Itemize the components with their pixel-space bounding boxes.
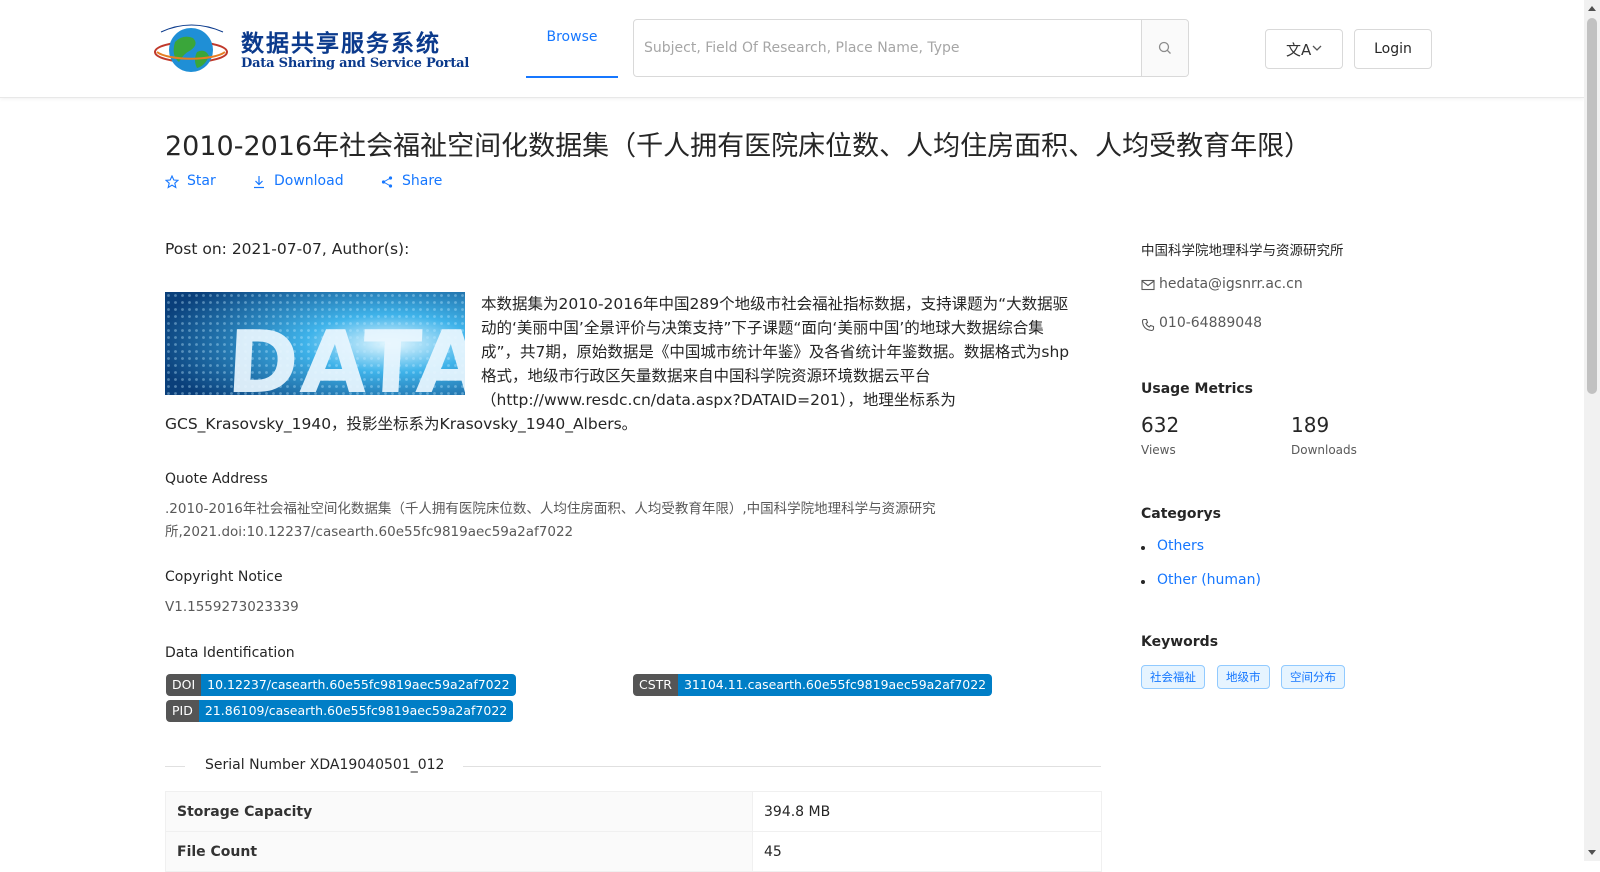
copyright-notice-label: Copyright Notice bbox=[165, 569, 283, 585]
data-identification-label: Data Identification bbox=[165, 645, 295, 661]
share-icon bbox=[381, 176, 393, 188]
scroll-up-arrow[interactable] bbox=[1588, 6, 1596, 11]
description-line: 成”，共7期，原始数据是《中国城市统计年鉴》及各省统计年鉴数据。数据格式为shp bbox=[481, 343, 1070, 361]
doi-badge-value: 10.12237/casearth.60e55fc9819aec59a2af70… bbox=[201, 674, 516, 696]
table-row: File Count 45 bbox=[165, 831, 1102, 872]
dataset-info-table: Storage Capacity 394.8 MB File Count 45 bbox=[165, 791, 1102, 872]
copyright-notice-value: V1.1559273023339 bbox=[165, 599, 299, 615]
description-line: （http://www.resdc.cn/data.aspx?DATAID=20… bbox=[481, 391, 956, 409]
table-row: Storage Capacity 394.8 MB bbox=[165, 791, 1102, 832]
description-line: 本数据集为2010-2016年中国289个地级市社会福祉指标数据，支持课题为“大… bbox=[481, 295, 1069, 313]
table-key: Storage Capacity bbox=[165, 791, 753, 832]
star-label: Star bbox=[187, 173, 216, 189]
pid-badge-value: 21.86109/casearth.60e55fc9819aec59a2af70… bbox=[198, 700, 514, 722]
phone-text: 010-64889048 bbox=[1159, 315, 1263, 331]
divider-line bbox=[463, 766, 1101, 767]
table-value: 45 bbox=[752, 831, 1102, 872]
scroll-down-arrow[interactable] bbox=[1588, 850, 1596, 855]
quote-address-label: Quote Address bbox=[165, 471, 268, 487]
search-box bbox=[633, 19, 1189, 77]
keyword-tag[interactable]: 社会福祉 bbox=[1141, 665, 1205, 689]
description-line: 动的‘美丽中国’全景评价与决策支持”下子课题“面向‘美丽中国’的地球大数据综合集 bbox=[481, 319, 1044, 337]
keyword-tag[interactable]: 地级市 bbox=[1217, 665, 1270, 689]
download-label: Download bbox=[274, 173, 344, 189]
site-logo[interactable]: 数据共享服务系统 Data Sharing and Service Portal bbox=[153, 20, 469, 80]
thumbnail-data-text: DATA bbox=[225, 313, 465, 395]
bullet-icon bbox=[1141, 580, 1145, 584]
cstr-badge[interactable]: CSTR 31104.11.casearth.60e55fc9819aec59a… bbox=[633, 674, 993, 696]
phone-icon bbox=[1141, 318, 1155, 332]
quote-address-line: 所,2021.doi:10.12237/casearth.60e55fc9819… bbox=[165, 524, 574, 540]
globe-logo-icon bbox=[154, 24, 228, 72]
page-scrollbar[interactable] bbox=[1584, 0, 1600, 861]
views-label: Views bbox=[1141, 443, 1176, 457]
keyword-tag[interactable]: 空间分布 bbox=[1281, 665, 1345, 689]
post-date-author: Post on: 2021-07-07, Author(s): bbox=[165, 240, 410, 258]
downloads-label: Downloads bbox=[1291, 443, 1357, 457]
logo-chinese-text: 数据共享服务系统 bbox=[241, 30, 441, 57]
keywords-heading: Keywords bbox=[1141, 634, 1219, 650]
top-header: 数据共享服务系统 Data Sharing and Service Portal… bbox=[0, 0, 1584, 98]
nav-browse-label: Browse bbox=[546, 29, 598, 45]
downloads-count: 189 bbox=[1291, 413, 1330, 437]
star-icon bbox=[165, 175, 179, 189]
translate-icon: 文A bbox=[1286, 41, 1312, 59]
search-input[interactable] bbox=[634, 20, 1142, 76]
table-value: 394.8 MB bbox=[752, 791, 1102, 832]
logo-english-text: Data Sharing and Service Portal bbox=[241, 56, 470, 71]
description-line: GCS_Krasovsky_1940，投影坐标系为Krasovsky_1940_… bbox=[165, 415, 638, 433]
share-label: Share bbox=[402, 173, 443, 189]
doi-badge-key: DOI bbox=[166, 674, 202, 696]
dataset-title: 2010-2016年社会福祉空间化数据集（千人拥有医院床位数、人均住房面积、人均… bbox=[165, 131, 1312, 162]
search-icon bbox=[1158, 41, 1171, 54]
category-label: Other (human) bbox=[1157, 572, 1261, 588]
serial-number: Serial Number XDA19040501_012 bbox=[205, 757, 445, 773]
doi-badge[interactable]: DOI 10.12237/casearth.60e55fc9819aec59a2… bbox=[166, 674, 516, 696]
email-text: hedata@igsnrr.ac.cn bbox=[1159, 276, 1303, 292]
login-button[interactable]: Login bbox=[1354, 29, 1432, 69]
usage-metrics-heading: Usage Metrics bbox=[1141, 381, 1253, 397]
download-icon bbox=[254, 176, 264, 189]
divider-line bbox=[165, 766, 185, 767]
table-key: File Count bbox=[165, 831, 753, 872]
dataset-thumbnail: DATA bbox=[165, 292, 465, 395]
nav-browse-tab[interactable]: Browse bbox=[526, 0, 618, 78]
category-label: Others bbox=[1157, 538, 1205, 554]
views-count: 632 bbox=[1141, 413, 1180, 437]
serial-number-divider: Serial Number XDA19040501_012 bbox=[165, 757, 1101, 777]
pid-badge-key: PID bbox=[166, 700, 199, 722]
search-button[interactable] bbox=[1141, 20, 1188, 76]
pid-badge[interactable]: PID 21.86109/casearth.60e55fc9819aec59a2… bbox=[166, 700, 514, 722]
cstr-badge-key: CSTR bbox=[633, 674, 678, 696]
language-switcher[interactable]: 文A bbox=[1265, 29, 1343, 69]
quote-address-line: .2010-2016年社会福祉空间化数据集（千人拥有医院床位数、人均住房面积、人… bbox=[165, 501, 936, 517]
author-organization: 中国科学院地理科学与资源研究所 bbox=[1141, 243, 1344, 259]
categories-heading: Categorys bbox=[1141, 506, 1221, 522]
chevron-down-icon bbox=[1312, 45, 1322, 51]
bullet-icon bbox=[1141, 546, 1145, 550]
description-line: 格式，地级市行政区矢量数据来自中国科学院资源环境数据云平台 bbox=[481, 367, 931, 385]
cstr-badge-value: 31104.11.casearth.60e55fc9819aec59a2af70… bbox=[677, 674, 993, 696]
scroll-thumb[interactable] bbox=[1587, 18, 1597, 394]
mail-icon bbox=[1141, 279, 1155, 291]
